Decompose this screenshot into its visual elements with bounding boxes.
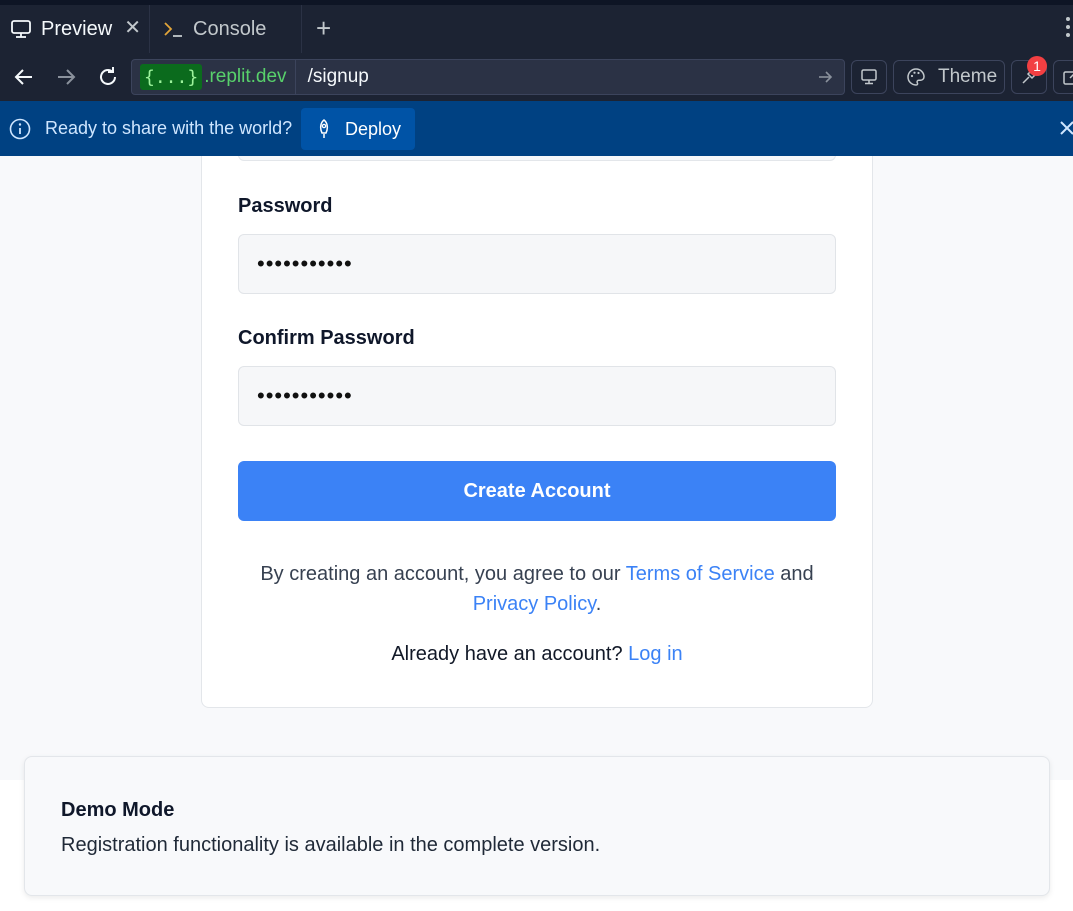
confirm-password-field[interactable]: ••••••••••• (238, 366, 836, 426)
log-in-link[interactable]: Log in (628, 643, 683, 665)
deploy-button[interactable]: Deploy (301, 108, 415, 150)
info-icon (9, 118, 31, 145)
page-viewport: Password ••••••••••• Confirm Password ••… (0, 156, 1073, 911)
reload-button[interactable] (96, 65, 120, 89)
refresh-icon (100, 67, 116, 85)
new-tab-button[interactable]: + (316, 15, 331, 41)
privacy-policy-link[interactable]: Privacy Policy (473, 593, 596, 615)
device-preview-button[interactable] (851, 60, 887, 94)
toast-message: Registration functionality is available … (61, 834, 601, 856)
password-label: Password (238, 195, 333, 217)
theme-label: Theme (938, 66, 998, 87)
url-field[interactable]: {...} .replit.dev /signup (131, 59, 845, 95)
tab-console-label: Console (193, 17, 267, 40)
toast-title: Demo Mode (61, 799, 175, 821)
tab-preview-label: Preview (41, 17, 113, 40)
monitor-icon (861, 69, 877, 85)
theme-button[interactable]: Theme (893, 60, 1005, 94)
confirm-password-label: Confirm Password (238, 327, 415, 349)
url-badge: {...} (140, 64, 203, 90)
login-prompt-text: Already have an account? (391, 643, 629, 665)
more-options-icon[interactable] (1066, 17, 1073, 41)
tab-console[interactable]: Console (150, 5, 302, 53)
back-button[interactable] (12, 65, 36, 89)
arrow-right-icon (58, 69, 76, 85)
terms-prefix: By creating an account, you agree to our (260, 563, 626, 585)
rocket-icon (315, 119, 333, 139)
terms-notice: By creating an account, you agree to our… (238, 559, 836, 619)
browser-tab-bar: Preview ✕ Console + (0, 0, 1073, 53)
banner-message: Ready to share with the world? (45, 118, 293, 138)
external-link-icon (1063, 71, 1073, 85)
open-new-window-button[interactable] (1053, 60, 1073, 94)
monitor-icon (10, 18, 32, 40)
privacy-suffix: . (595, 593, 602, 615)
terms-and: and (774, 563, 814, 585)
go-arrow-icon[interactable] (816, 68, 834, 91)
palette-icon (907, 68, 925, 86)
demo-mode-toast: Demo Mode Registration functionality is … (24, 756, 1050, 896)
signup-card: Password ••••••••••• Confirm Password ••… (201, 156, 873, 708)
create-account-button[interactable]: Create Account (238, 461, 836, 521)
login-prompt: Already have an account? Log in (238, 643, 836, 666)
address-bar-row: {...} .replit.dev /signup Theme (0, 53, 1073, 101)
close-banner-icon[interactable] (1058, 119, 1073, 142)
forward-button[interactable] (54, 65, 78, 89)
notification-badge: 1 (1027, 56, 1047, 76)
terminal-icon (162, 18, 184, 40)
url-host: .replit.dev (204, 59, 296, 95)
deploy-label: Deploy (345, 118, 402, 139)
url-path[interactable]: /signup (308, 66, 369, 88)
terms-of-service-link[interactable]: Terms of Service (626, 563, 775, 585)
arrow-left-icon (14, 69, 32, 85)
tab-preview[interactable]: Preview ✕ (0, 5, 150, 53)
password-field[interactable]: ••••••••••• (238, 234, 836, 294)
previous-input-field[interactable] (238, 156, 836, 161)
deploy-banner: Ready to share with the world? Deploy (0, 101, 1073, 156)
close-tab-icon[interactable]: ✕ (124, 18, 141, 38)
